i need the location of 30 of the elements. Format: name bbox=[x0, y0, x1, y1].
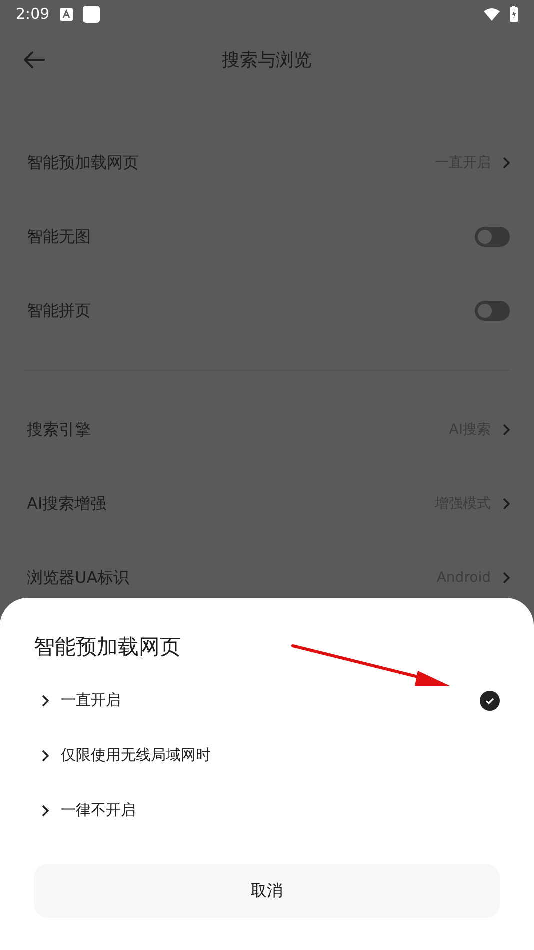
cancel-button[interactable]: 取消 bbox=[34, 864, 500, 918]
option-label: 一直开启 bbox=[61, 691, 122, 710]
option-label: 一律不开启 bbox=[61, 801, 137, 820]
chevron-icon bbox=[503, 498, 510, 510]
clock: 2:09 bbox=[16, 5, 50, 23]
setting-label: AI搜索增强 bbox=[27, 494, 108, 514]
back-arrow-icon[interactable] bbox=[24, 51, 46, 69]
keyboard-icon bbox=[60, 8, 73, 20]
battery-icon bbox=[510, 6, 518, 22]
square-icon bbox=[82, 6, 100, 22]
option-item[interactable]: 一直开启 bbox=[34, 673, 500, 728]
chevron-icon bbox=[503, 424, 510, 436]
option-item[interactable]: 一律不开启 bbox=[34, 783, 500, 838]
option-item[interactable]: 仅限使用无线局域网时 bbox=[34, 728, 500, 783]
sheet-title: 智能预加载网页 bbox=[34, 634, 181, 661]
chevron-icon bbox=[42, 804, 49, 816]
setting-label: 智能拼页 bbox=[27, 300, 92, 322]
setting-label: 搜索引擎 bbox=[27, 420, 92, 440]
option-label: 仅限使用无线局域网时 bbox=[61, 746, 212, 765]
setting-label: 智能无图 bbox=[27, 226, 92, 248]
setting-label: 智能预加载网页 bbox=[27, 152, 140, 174]
toggle-switch[interactable] bbox=[475, 301, 510, 321]
page-title: 搜索与浏览 bbox=[222, 49, 312, 72]
chevron-icon bbox=[42, 750, 49, 762]
wifi-icon bbox=[484, 8, 500, 20]
toggle-switch[interactable] bbox=[475, 227, 510, 247]
chevron-icon bbox=[42, 694, 49, 706]
chevron-icon bbox=[503, 572, 510, 584]
setting-label: 浏览器UA标识 bbox=[27, 568, 131, 588]
chevron-icon bbox=[503, 157, 510, 169]
